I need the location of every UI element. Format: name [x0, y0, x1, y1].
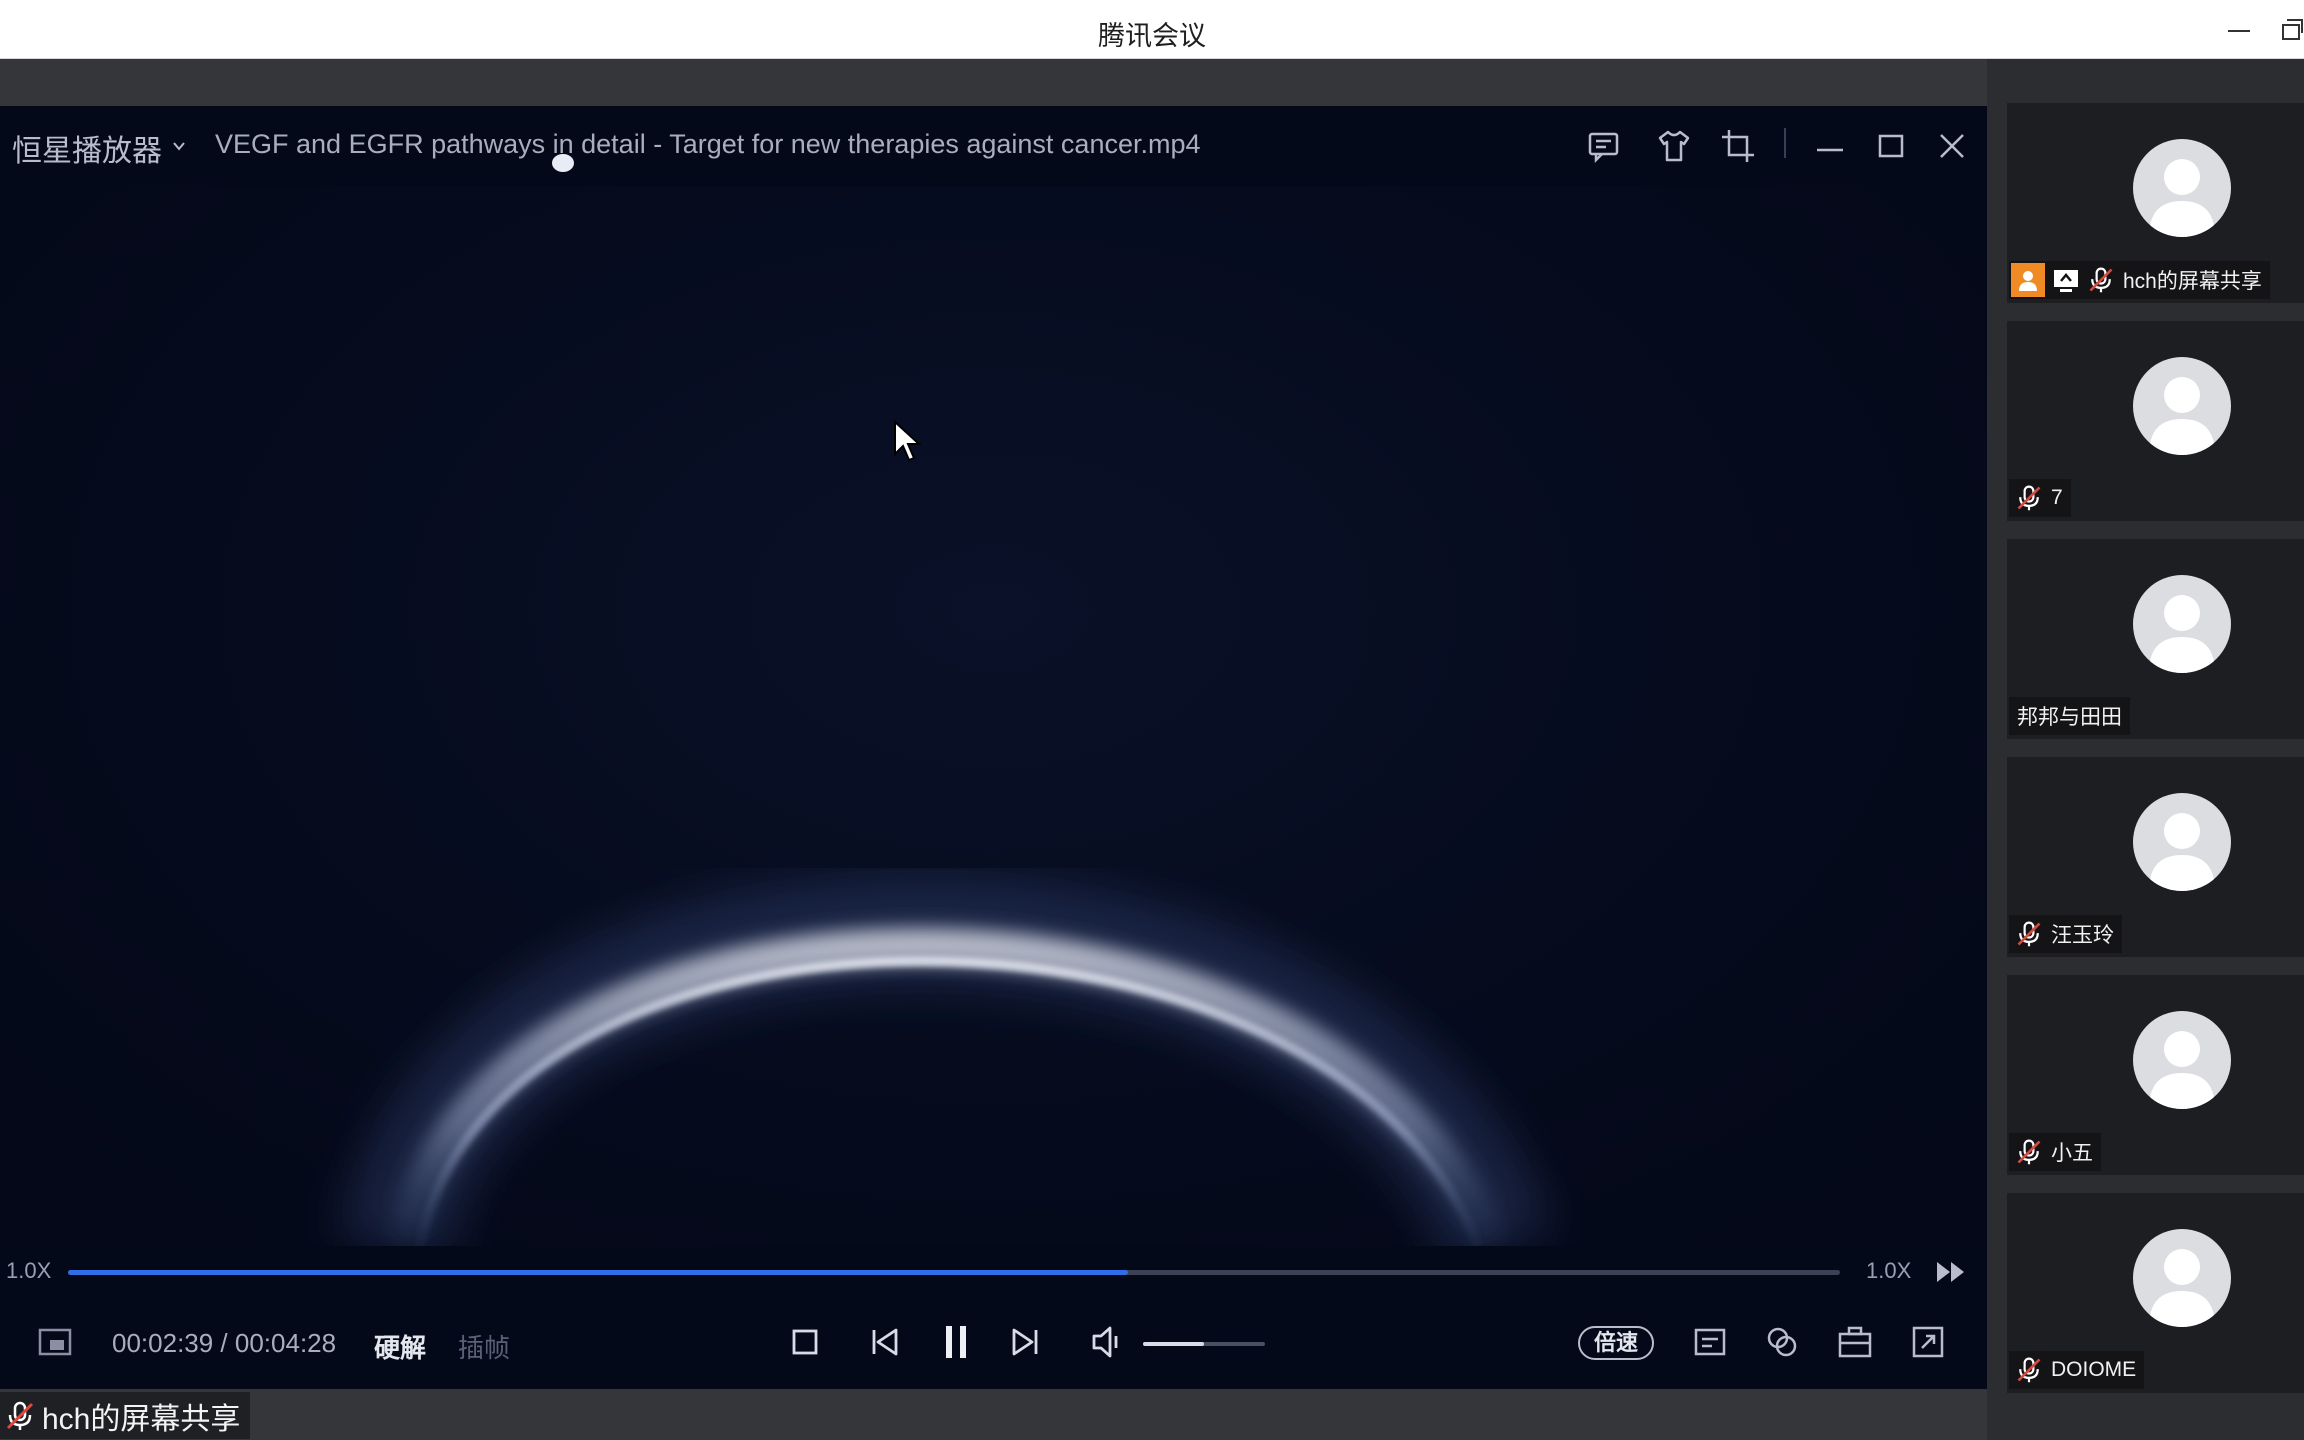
participant-name-tag: 汪玉玲: [2009, 915, 2122, 953]
participant-list: hch的屏幕共享 7 邦邦与田田 汪玉玲 小五 DOIOME: [1987, 59, 2304, 1440]
avatar: [2133, 139, 2231, 237]
subtitle-icon[interactable]: [1690, 1322, 1730, 1362]
participant-name-tag: 7: [2009, 479, 2071, 517]
progress-row: 1.0X 1.0X: [0, 1246, 1987, 1298]
participant-name-tag: hch的屏幕共享: [2009, 261, 2270, 299]
participant-tile[interactable]: hch的屏幕共享: [2007, 103, 2304, 303]
player-brand-menu[interactable]: 恒星播放器: [12, 126, 162, 170]
fast-forward-icon[interactable]: [1934, 1258, 1968, 1286]
host-icon: [2019, 271, 2037, 291]
avatar: [2133, 357, 2231, 455]
close-icon[interactable]: [1934, 128, 1970, 164]
chat-icon[interactable]: [1586, 128, 1622, 164]
participant-name-tag: DOIOME: [2009, 1351, 2145, 1389]
video-frame[interactable]: [0, 186, 1987, 1246]
volume-icon[interactable]: [1088, 1322, 1128, 1362]
previous-icon[interactable]: [865, 1322, 905, 1362]
screen-share-icon: [2054, 270, 2078, 292]
mic-off-icon: [2017, 1139, 2041, 1165]
window-minimize-button[interactable]: [2220, 12, 2256, 48]
progress-dot-indicator: [552, 154, 574, 172]
mic-off-icon: [2089, 267, 2113, 293]
video-arc-glow: [340, 876, 1552, 1246]
stop-icon[interactable]: [785, 1322, 825, 1362]
participant-name: 7: [2051, 486, 2063, 509]
maximize-icon[interactable]: [1873, 128, 1909, 164]
participant-name: hch的屏幕共享: [2123, 270, 2262, 293]
screen-share-label-text: hch的屏幕共享: [42, 1402, 241, 1436]
video-player[interactable]: 恒星播放器 VEGF and EGFR pathways in detail -…: [0, 106, 1987, 1389]
window-title: 腾讯会议: [1098, 21, 1206, 51]
volume-slider[interactable]: [1143, 1342, 1265, 1346]
mic-off-icon: [2017, 485, 2041, 511]
avatar: [2133, 793, 2231, 891]
participant-name-tag: 邦邦与田田: [2009, 697, 2130, 735]
participant-tile[interactable]: 小五: [2007, 975, 2304, 1175]
header-divider: [1784, 128, 1786, 158]
mic-off-icon: [2017, 921, 2041, 947]
mouse-cursor-icon: [894, 420, 921, 462]
progress-bar-fill: [68, 1270, 1128, 1275]
chevron-down-icon[interactable]: [172, 139, 186, 153]
speed-indicator-left: 1.0X: [6, 1258, 52, 1283]
host-badge: [2011, 263, 2045, 297]
avatar: [2133, 1229, 2231, 1327]
speed-indicator-right: 1.0X: [1866, 1258, 1912, 1283]
frame-interpolation-toggle[interactable]: 插帧: [458, 1328, 510, 1365]
file-title: VEGF and EGFR pathways in detail - Targe…: [215, 129, 1201, 159]
player-header: 恒星播放器 VEGF and EGFR pathways in detail -…: [0, 106, 1987, 186]
mic-off-icon: [2017, 1357, 2041, 1383]
participant-name-tag: 小五: [2009, 1133, 2101, 1171]
pip-icon[interactable]: [36, 1322, 76, 1362]
progress-bar[interactable]: [68, 1270, 1840, 1275]
participant-tile[interactable]: 邦邦与田田: [2007, 539, 2304, 739]
mic-off-icon: [6, 1401, 34, 1430]
participant-name: DOIOME: [2051, 1358, 2137, 1381]
toolbox-icon[interactable]: [1835, 1322, 1875, 1362]
participant-name: 汪玉玲: [2051, 924, 2114, 947]
participant-tile[interactable]: DOIOME: [2007, 1193, 2304, 1393]
link-icon[interactable]: [1762, 1322, 1802, 1362]
shared-screen: 恒星播放器 VEGF and EGFR pathways in detail -…: [0, 59, 1987, 1440]
playback-speed-button[interactable]: 倍速: [1578, 1326, 1654, 1360]
crop-icon[interactable]: [1720, 128, 1756, 164]
avatar: [2133, 1011, 2231, 1109]
avatar: [2133, 575, 2231, 673]
participant-tile[interactable]: 汪玉玲: [2007, 757, 2304, 957]
volume-slider-fill: [1143, 1342, 1204, 1346]
window-restore-button[interactable]: [2276, 12, 2304, 48]
next-icon[interactable]: [1005, 1322, 1045, 1362]
meeting-title-bar: 腾讯会议: [0, 0, 2304, 59]
fullscreen-icon[interactable]: [1908, 1322, 1948, 1362]
participant-name: 邦邦与田田: [2017, 706, 2122, 729]
player-controls: 00:02:39 / 00:04:28 硬解 插帧 倍速: [0, 1298, 1987, 1389]
screen-share-label: hch的屏幕共享: [0, 1392, 251, 1439]
hardware-decode-toggle[interactable]: 硬解: [374, 1328, 426, 1365]
participant-name: 小五: [2051, 1142, 2093, 1165]
skin-icon[interactable]: [1656, 128, 1692, 164]
minimize-icon[interactable]: [1812, 128, 1848, 164]
pause-icon[interactable]: [936, 1322, 976, 1362]
participant-tile[interactable]: 7: [2007, 321, 2304, 521]
time-display: 00:02:39 / 00:04:28: [112, 1328, 337, 1358]
